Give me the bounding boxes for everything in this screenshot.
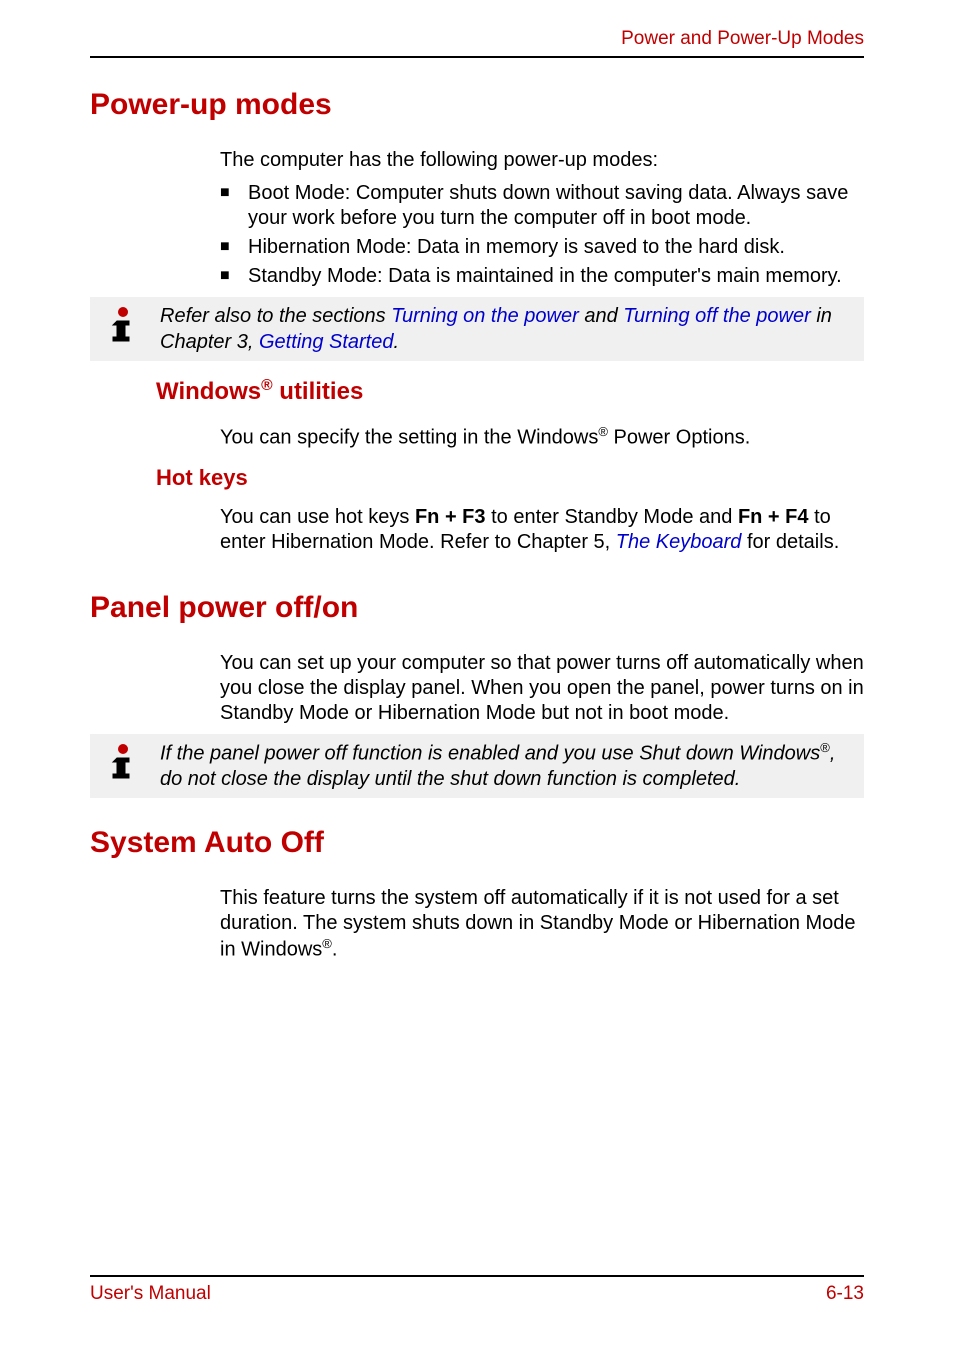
footer-page-number: 6-13 bbox=[826, 1283, 864, 1305]
system-auto-off-body: This feature turns the system off automa… bbox=[220, 886, 864, 963]
body-segment: for details. bbox=[741, 531, 839, 553]
note-text-segment: and bbox=[579, 305, 623, 327]
note-text-segment: If the panel power off function is enabl… bbox=[160, 742, 820, 764]
heading-hot-keys: Hot keys bbox=[156, 465, 864, 491]
registered-mark: ® bbox=[820, 740, 830, 755]
footer-rule bbox=[90, 1275, 864, 1277]
windows-utilities-body: You can specify the setting in the Windo… bbox=[220, 424, 864, 451]
heading-segment: Windows bbox=[156, 378, 261, 405]
note-box-1: Refer also to the sections Turning on th… bbox=[90, 297, 864, 361]
heading-segment: utilities bbox=[273, 378, 364, 405]
note-text-1: Refer also to the sections Turning on th… bbox=[156, 303, 852, 355]
body-segment: Power Options. bbox=[608, 427, 750, 449]
info-icon bbox=[90, 303, 156, 345]
heading-panel-power: Panel power off/on bbox=[90, 591, 864, 625]
registered-mark: ® bbox=[261, 377, 273, 394]
list-item: Hibernation Mode: Data in memory is save… bbox=[220, 235, 864, 260]
header-section-title: Power and Power-Up Modes bbox=[90, 0, 864, 50]
heading-windows-utilities: Windows® utilities bbox=[156, 377, 864, 406]
hot-keys-body: You can use hot keys Fn + F3 to enter St… bbox=[220, 505, 864, 555]
link-turning-on-power[interactable]: Turning on the power bbox=[391, 305, 579, 327]
header-rule bbox=[90, 56, 864, 58]
panel-power-body: You can set up your computer so that pow… bbox=[220, 651, 864, 726]
body-segment: This feature turns the system off automa… bbox=[220, 887, 856, 961]
list-item: Boot Mode: Computer shuts down without s… bbox=[220, 181, 864, 231]
power-up-intro: The computer has the following power-up … bbox=[220, 148, 864, 173]
page-footer: User's Manual 6-13 bbox=[90, 1275, 864, 1305]
note-text-segment: Refer also to the sections bbox=[160, 305, 391, 327]
hotkey-fn-f4: Fn + F4 bbox=[738, 506, 809, 528]
hotkey-fn-f3: Fn + F3 bbox=[415, 506, 486, 528]
footer-manual-label: User's Manual bbox=[90, 1283, 211, 1305]
body-segment: You can specify the setting in the Windo… bbox=[220, 427, 598, 449]
body-segment: to enter Standby Mode and bbox=[486, 506, 738, 528]
power-up-bullets: Boot Mode: Computer shuts down without s… bbox=[220, 181, 864, 289]
info-icon bbox=[90, 740, 156, 782]
link-turning-off-power[interactable]: Turning off the power bbox=[623, 305, 811, 327]
registered-mark: ® bbox=[598, 424, 608, 439]
link-the-keyboard[interactable]: The Keyboard bbox=[616, 531, 742, 553]
body-segment: . bbox=[332, 939, 338, 961]
registered-mark: ® bbox=[322, 936, 332, 951]
heading-power-up-modes: Power-up modes bbox=[90, 88, 864, 122]
link-getting-started[interactable]: Getting Started bbox=[259, 331, 394, 353]
body-segment: You can use hot keys bbox=[220, 506, 415, 528]
note-box-2: If the panel power off function is enabl… bbox=[90, 734, 864, 799]
note-text-segment: . bbox=[393, 331, 399, 353]
note-text-2: If the panel power off function is enabl… bbox=[156, 740, 852, 793]
heading-system-auto-off: System Auto Off bbox=[90, 826, 864, 860]
list-item: Standby Mode: Data is maintained in the … bbox=[220, 264, 864, 289]
